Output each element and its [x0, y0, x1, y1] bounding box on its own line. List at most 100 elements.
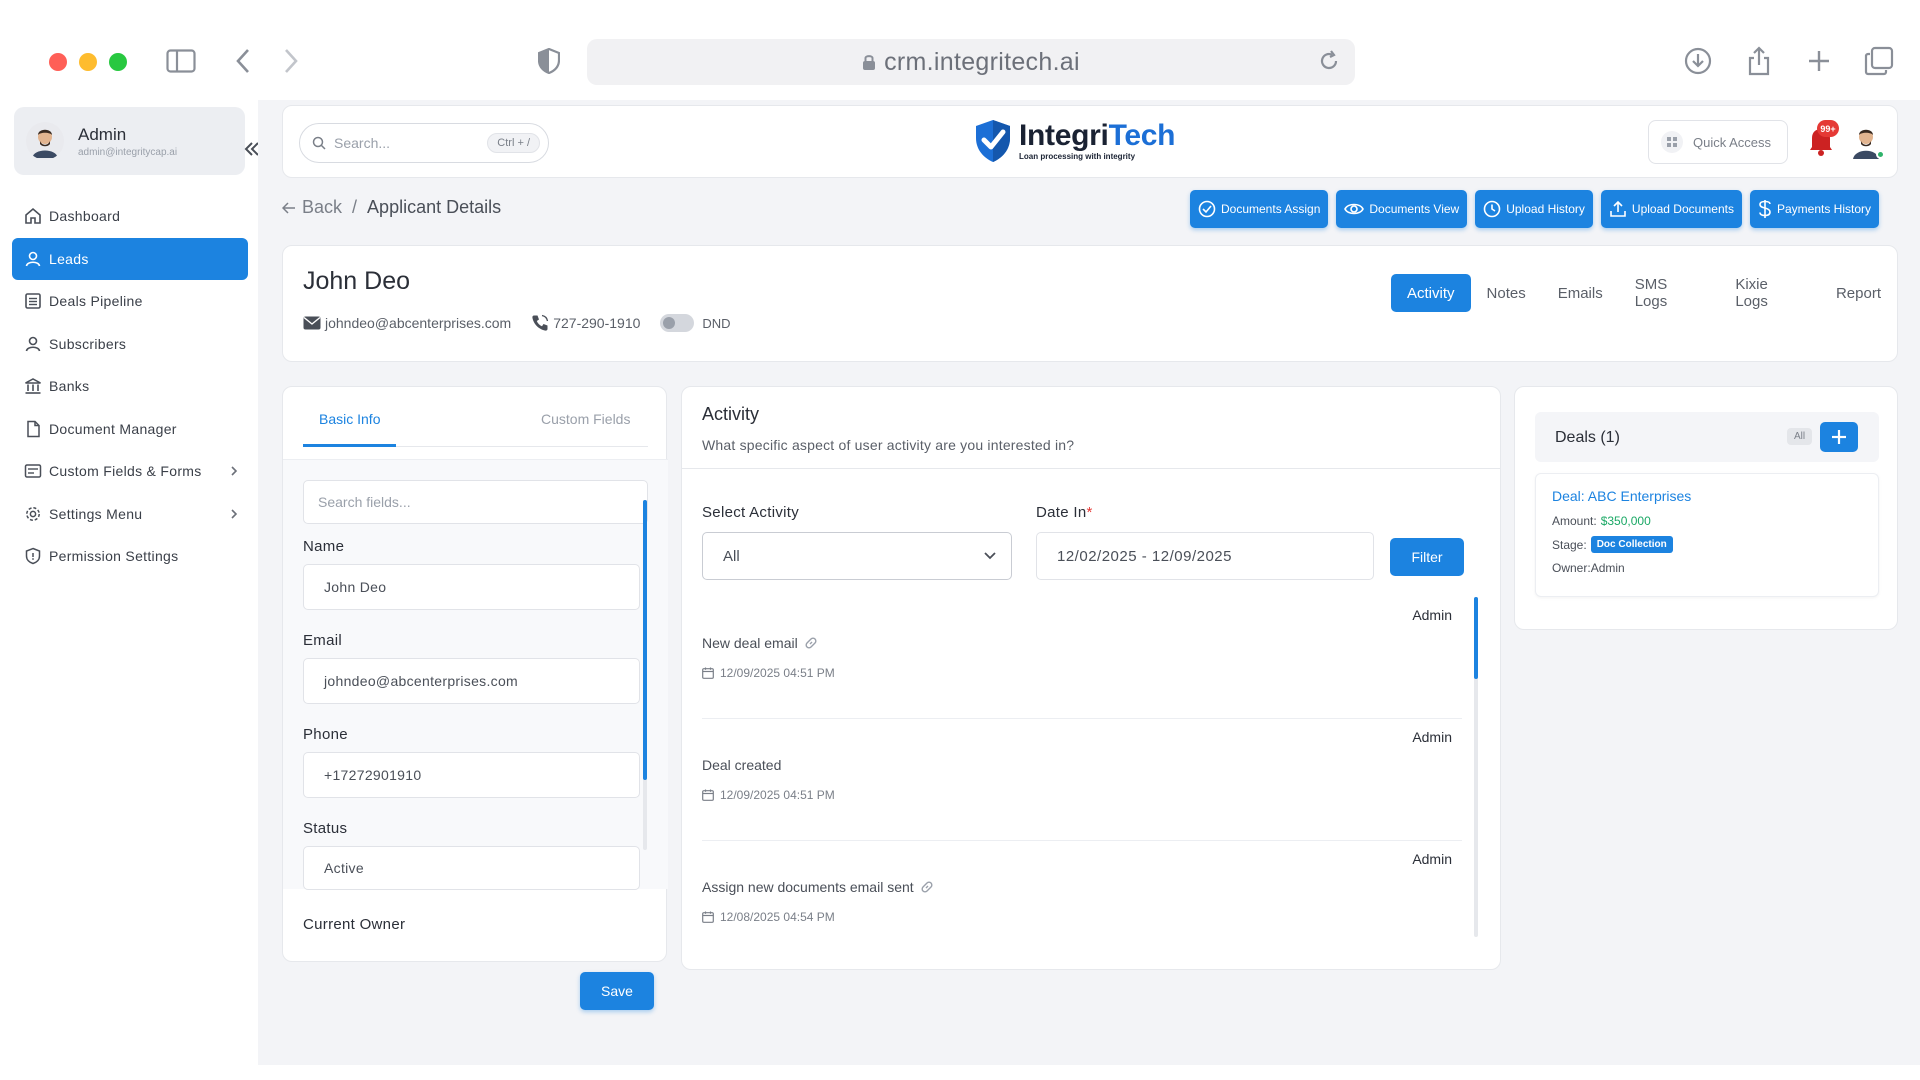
sidebar-item-document-manager[interactable]: Document Manager: [12, 408, 248, 450]
tab-overview-icon[interactable]: [1862, 44, 1896, 78]
tab-notes[interactable]: Notes: [1471, 274, 1542, 312]
field-search-input[interactable]: Search fields...: [303, 480, 648, 524]
scrollbar-thumb[interactable]: [643, 500, 647, 780]
deal-amount: $350,000: [1600, 514, 1651, 528]
upload-documents-button[interactable]: Upload Documents: [1600, 190, 1742, 228]
list-item[interactable]: Admin New deal email 12/09/2025 04:51 PM: [702, 597, 1462, 719]
status-field[interactable]: Active: [303, 846, 640, 890]
sidebar-item-label: Banks: [49, 378, 90, 394]
name-field[interactable]: John Deo: [303, 564, 640, 610]
list-item[interactable]: Admin Deal created 12/09/2025 04:51 PM: [702, 719, 1462, 841]
sidebar-item-custom-fields-forms[interactable]: Custom Fields & Forms: [12, 450, 248, 492]
eye-icon: [1344, 200, 1369, 218]
user-profile-card[interactable]: Admin admin@integritycap.ai: [14, 107, 245, 175]
payments-history-label: Payments History: [1776, 202, 1872, 216]
sidebar-item-permission-settings[interactable]: Permission Settings: [12, 535, 248, 577]
breadcrumb: Back / Applicant Details: [282, 197, 501, 218]
applicant-name: John Deo: [303, 267, 411, 295]
sidebar-item-dashboard[interactable]: Dashboard: [12, 195, 248, 237]
dnd-toggle[interactable]: [660, 314, 695, 332]
activity-type-select[interactable]: All: [702, 532, 1012, 580]
payments-history-button[interactable]: Payments History: [1749, 190, 1880, 228]
list-item[interactable]: Admin Assign new documents email sent 12…: [702, 841, 1462, 963]
scrollbar-thumb[interactable]: [1474, 597, 1478, 679]
user-icon: [24, 335, 42, 353]
deal-owner-row: Owner: Admin: [1552, 561, 1625, 575]
address-bar[interactable]: crm.integritech.ai: [587, 39, 1355, 85]
shield-check-icon: [973, 118, 1013, 164]
info-tabs: Basic Info Custom Fields: [303, 387, 648, 447]
phone-field[interactable]: +17272901910: [303, 752, 640, 798]
activity-title: Activity: [702, 404, 760, 424]
email-field[interactable]: johndeo@abcenterprises.com: [303, 658, 640, 704]
sidebar-item-label: Leads: [49, 250, 89, 267]
documents-assign-button[interactable]: Documents Assign: [1190, 190, 1329, 228]
deals-title: Deals (1): [1555, 429, 1620, 446]
user-name: Admin: [78, 124, 127, 144]
avatar[interactable]: [1847, 123, 1885, 161]
documents-view-button[interactable]: Documents View: [1336, 190, 1468, 228]
document-icon: [24, 420, 42, 438]
applicant-phone[interactable]: 727-290-1910: [531, 314, 640, 332]
sidebar-toggle-icon[interactable]: [164, 44, 198, 78]
sidebar-item-banks[interactable]: Banks: [12, 365, 248, 407]
filter-button[interactable]: Filter: [1390, 538, 1464, 576]
status-badge: Doc Collection: [1590, 536, 1673, 553]
upload-history-label: Upload History: [1506, 202, 1585, 216]
link-icon[interactable]: [798, 636, 818, 650]
new-tab-icon[interactable]: [1802, 44, 1836, 78]
activity-text: Assign new documents email sent: [702, 879, 934, 895]
download-icon[interactable]: [1681, 44, 1715, 78]
sidebar-item-settings-menu[interactable]: Settings Menu: [12, 493, 248, 535]
info-scrollbar[interactable]: [643, 500, 647, 850]
deals-filter-all[interactable]: All: [1787, 428, 1813, 445]
minimize-window-button[interactable]: [79, 53, 97, 71]
date-range-input[interactable]: 12/02/2025 - 12/09/2025: [1036, 532, 1374, 580]
sidebar-item-leads[interactable]: Leads: [12, 237, 248, 280]
deal-name-link[interactable]: Deal: ABC Enterprises: [1552, 488, 1691, 504]
info-fields-scroll-area: Search fields... Name John Deo Email joh…: [283, 459, 668, 890]
upload-history-button[interactable]: Upload History: [1475, 190, 1593, 228]
link-icon[interactable]: [914, 880, 934, 894]
privacy-shield-icon[interactable]: [532, 44, 566, 78]
search-shortcut-hint: Ctrl + /: [487, 133, 540, 153]
notification-bell-icon[interactable]: 99+: [1806, 120, 1839, 157]
deal-card[interactable]: Deal: ABC Enterprises Amount: $350,000 St…: [1535, 473, 1879, 597]
current-owner-field-label: Current Owner: [303, 916, 406, 933]
activity-scrollbar[interactable]: [1474, 597, 1478, 937]
sidebar-item-label: Settings Menu: [49, 505, 143, 522]
chevron-right-icon: [230, 465, 238, 477]
tab-custom-fields[interactable]: Custom Fields: [541, 411, 630, 427]
app-logo[interactable]: IntegriTech Loan processing with integri…: [973, 118, 1175, 164]
sidebar-item-subscribers[interactable]: Subscribers: [12, 323, 248, 365]
sidebar-item-deals-pipeline[interactable]: Deals Pipeline: [12, 280, 248, 322]
sidebar-item-label: Dashboard: [49, 208, 121, 224]
quick-access-button[interactable]: Quick Access: [1648, 120, 1788, 164]
add-deal-button[interactable]: [1820, 422, 1858, 452]
back-link[interactable]: Back: [302, 197, 342, 218]
tab-emails[interactable]: Emails: [1542, 274, 1619, 312]
maximize-window-button[interactable]: [109, 53, 127, 71]
applicant-email[interactable]: johndeo@abcenterprises.com: [303, 315, 511, 331]
search-input[interactable]: Search... Ctrl + /: [299, 123, 549, 163]
activity-subtitle: What specific aspect of user activity ar…: [702, 437, 1075, 453]
sidebar-item-label: Document Manager: [49, 420, 177, 437]
close-window-button[interactable]: [49, 53, 67, 71]
save-button[interactable]: Save: [580, 972, 654, 1010]
applicant-phone-text: 727-290-1910: [553, 315, 641, 331]
tab-kixie-logs[interactable]: Kixie Logs: [1719, 274, 1820, 312]
forward-nav-icon[interactable]: [274, 44, 308, 78]
back-nav-icon[interactable]: [226, 44, 260, 78]
sidebar-item-label: Permission Settings: [49, 548, 179, 564]
reload-icon[interactable]: [1317, 49, 1341, 73]
tab-activity[interactable]: Activity: [1391, 274, 1471, 312]
tab-report[interactable]: Report: [1820, 274, 1897, 312]
action-toolbar: Documents Assign Documents View Upload H…: [1190, 190, 1880, 228]
tab-sms-logs[interactable]: SMS Logs: [1619, 274, 1720, 312]
share-icon[interactable]: [1742, 44, 1776, 78]
tab-basic-info[interactable]: Basic Info: [319, 411, 380, 427]
phone-icon: [531, 314, 553, 332]
back-arrow-icon[interactable]: [282, 201, 296, 214]
calendar-icon: [702, 911, 720, 923]
calendar-icon: [702, 789, 720, 801]
